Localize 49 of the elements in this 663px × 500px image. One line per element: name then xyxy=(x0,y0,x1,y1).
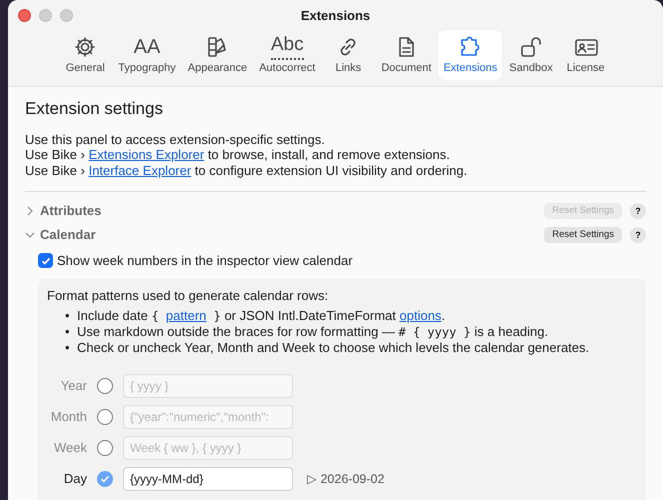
toolbar-tab[interactable]: Extensions xyxy=(438,30,502,80)
pattern-field[interactable]: Week { ww }, { yyyy } xyxy=(123,436,293,460)
checkbox[interactable] xyxy=(97,409,113,425)
window-title: Extensions xyxy=(300,7,370,25)
bullet-text: Check or uncheck Year, Month and Week to choose which levels the calendar generates. xyxy=(77,340,590,356)
intro-text: Use Bike › Extensions Explorer to browse, install, and remove extensions. xyxy=(25,147,451,162)
bullet-text: Include date { pattern } or JSON Intl.DateTimeFormat options. xyxy=(77,308,446,324)
bullet-marker: • xyxy=(65,324,71,340)
toolbar-tab[interactable]: License xyxy=(560,30,612,80)
row-label: Year xyxy=(60,377,87,396)
row-label: Day xyxy=(62,470,87,488)
date-preview: ▷ 2026-09-02 xyxy=(307,470,384,488)
intro-text: Use this panel to access extension-specific settings. xyxy=(25,132,326,147)
toolbar-tab[interactable]: Appearance xyxy=(182,30,252,80)
bullet-marker: • xyxy=(65,340,71,356)
pattern-field[interactable]: {"year":"numeric","month": xyxy=(123,405,293,429)
toolbar-tab[interactable]: Sandbox xyxy=(504,30,558,80)
toolbar-tab[interactable]: General xyxy=(59,30,112,80)
checkbox-label: Show week numbers in the inspector view calendar xyxy=(57,252,353,270)
help-button[interactable]: ? xyxy=(630,203,646,219)
section-heading: Extension settings xyxy=(25,98,164,120)
text-link[interactable]: options xyxy=(400,308,442,323)
reset-settings-button[interactable]: Reset Settings xyxy=(544,227,622,243)
checkbox[interactable] xyxy=(97,440,113,456)
toolbar-tab[interactable]: AA Typography xyxy=(113,30,181,80)
checkbox[interactable] xyxy=(38,253,53,268)
checkmark-icon xyxy=(100,474,110,484)
text-link[interactable]: pattern xyxy=(166,308,206,323)
toolbar-tab[interactable]: Abc Autocorrect xyxy=(254,30,320,80)
bullet-text: Use markdown outside the braces for row formatting — # { yyyy } is a heading. xyxy=(77,324,548,340)
toolbar-tab[interactable]: Links xyxy=(322,30,374,80)
checkmark-icon xyxy=(40,256,50,266)
chevron-icon xyxy=(25,206,35,216)
disclosure-row[interactable]: Attributes xyxy=(25,201,102,221)
close-button[interactable] xyxy=(18,9,31,22)
row-label: Week xyxy=(53,439,87,458)
disclosure-row[interactable]: Calendar xyxy=(25,225,96,245)
pattern-field[interactable]: { yyyy } xyxy=(123,374,293,398)
checkbox[interactable] xyxy=(97,378,113,394)
text-link[interactable]: Extensions Explorer xyxy=(88,147,204,162)
text-link[interactable]: Interface Explorer xyxy=(88,162,192,178)
toolbar-tab[interactable]: Document xyxy=(376,30,436,80)
intro-text: Use Bike › Interface Explorer to configure extension UI visibility and ordering. xyxy=(25,162,468,178)
chevron-icon xyxy=(25,230,35,240)
bullet-marker: • xyxy=(65,308,71,324)
help-button[interactable]: ? xyxy=(630,227,646,243)
row-label: Month xyxy=(50,408,87,426)
panel-text: Format patterns used to generate calendar rows: xyxy=(47,286,330,305)
unlocked-padlock-icon xyxy=(518,34,544,60)
